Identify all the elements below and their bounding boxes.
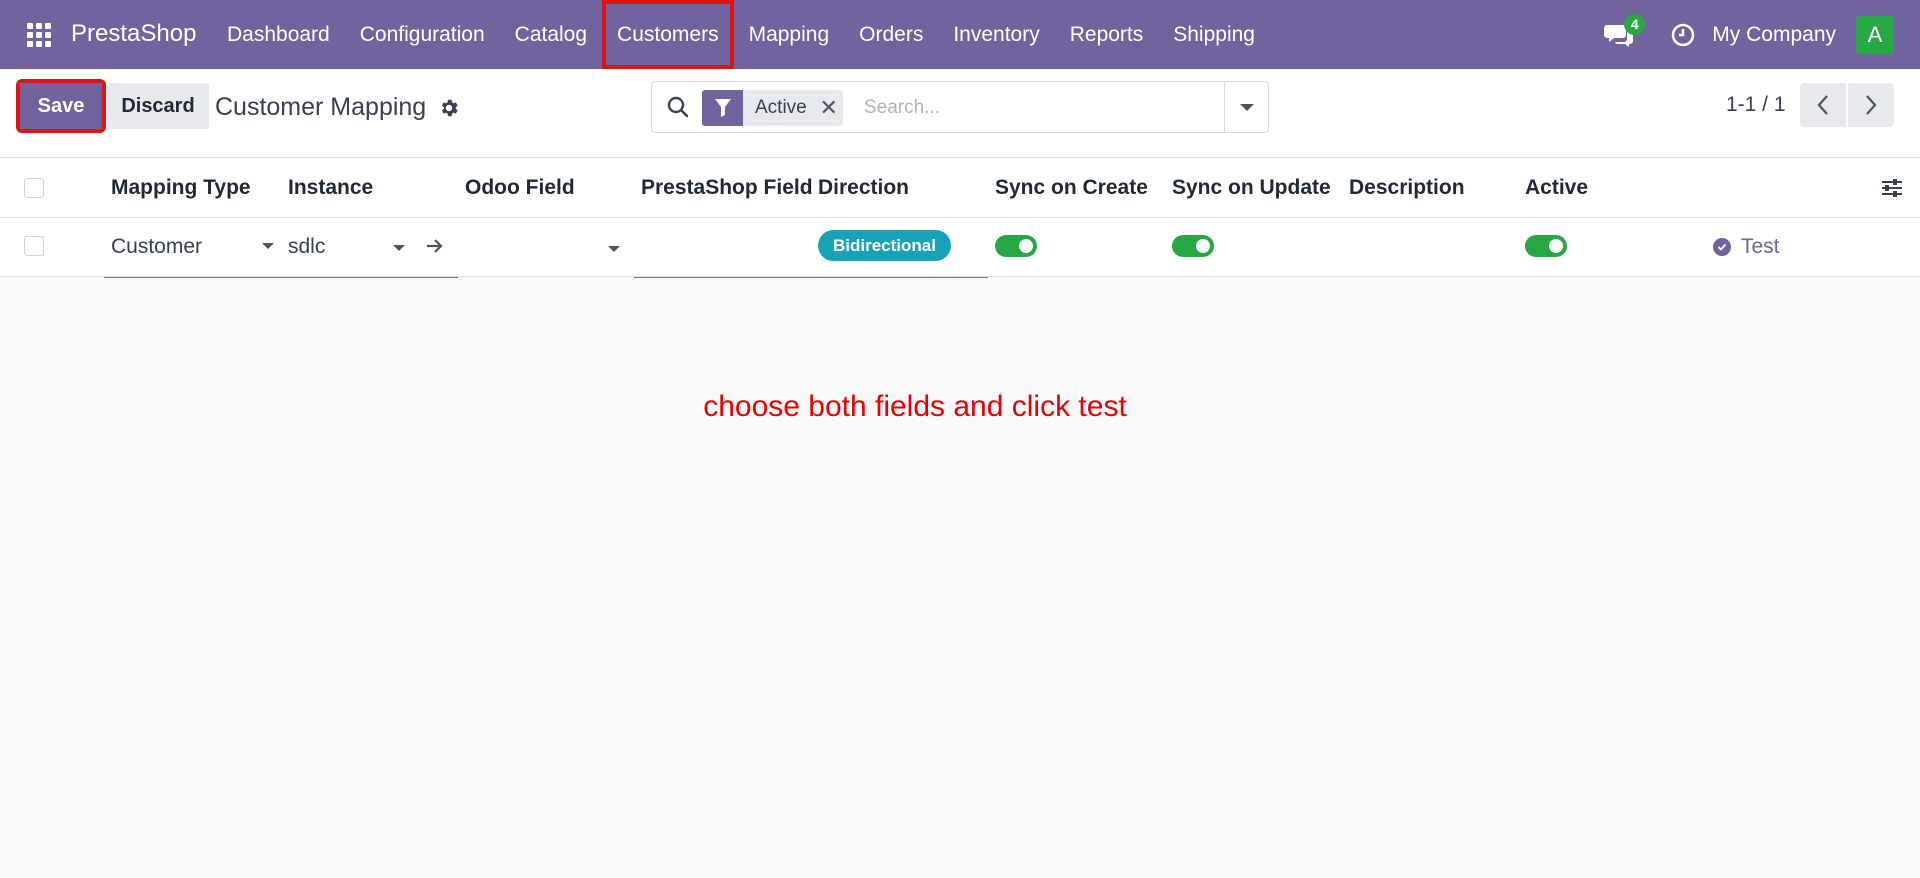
company-switcher[interactable]: My Company [1712,23,1836,47]
sync-on-update-toggle[interactable] [1172,235,1214,257]
caret-down-icon [393,245,405,251]
menu-item-shipping[interactable]: Shipping [1158,0,1270,69]
mapping-type-select[interactable]: Customer [111,235,202,259]
menu-item-catalog[interactable]: Catalog [500,0,602,69]
messages-icon[interactable]: 4 [1604,13,1646,50]
app-brand[interactable]: PrestaShop [71,20,196,48]
sync-on-create-toggle[interactable] [995,235,1037,257]
menu-item-dashboard[interactable]: Dashboard [212,0,345,69]
field-underline [104,277,458,278]
arrow-right-icon[interactable] [426,238,444,254]
test-button-label: Test [1741,235,1780,258]
pager-previous-button[interactable] [1800,83,1846,127]
caret-down-icon [608,246,620,252]
column-header-sync-on-update[interactable]: Sync on Update [1172,176,1331,200]
column-header-odoo-field[interactable]: Odoo Field [465,176,575,200]
column-header-mapping-type[interactable]: Mapping Type [111,176,251,200]
column-header-sync-on-create[interactable]: Sync on Create [995,176,1148,200]
activity-clock-icon[interactable] [1670,22,1696,48]
row-checkbox[interactable] [24,236,44,256]
search-icon[interactable] [666,95,690,119]
main-menu: Dashboard Configuration Catalog Customer… [212,0,1270,69]
table-header: Mapping Type Instance Odoo Field PrestaS… [0,158,1920,218]
menu-item-configuration[interactable]: Configuration [345,0,500,69]
column-header-prestashop-field[interactable]: PrestaShop Field [641,176,813,200]
chevron-right-icon [1866,95,1877,115]
discard-button[interactable]: Discard [107,83,209,129]
instance-select[interactable]: sdlc [288,235,325,259]
remove-facet-icon[interactable]: ✕ [815,90,843,126]
column-header-direction[interactable]: Direction [818,176,909,200]
search-facet-active: Active ✕ [702,90,843,126]
check-circle-icon [1713,238,1731,256]
search-input[interactable] [864,92,1214,124]
save-button[interactable]: Save [16,79,106,133]
menu-item-mapping[interactable]: Mapping [734,0,845,69]
search-panel: Active ✕ [651,81,1269,133]
column-header-description[interactable]: Description [1349,176,1465,200]
apps-grid-icon[interactable] [27,23,51,47]
chevron-left-icon [1817,95,1828,115]
page-title: Customer Mapping [215,93,427,121]
menu-item-orders[interactable]: Orders [844,0,938,69]
navbar-right: 4 My Company A [1604,0,1920,69]
instruction-annotation: choose both fields and click test [703,390,1127,423]
control-panel: Save Discard Customer Mapping Active ✕ 1… [0,69,1920,158]
active-toggle[interactable] [1525,235,1567,257]
optional-columns-icon[interactable] [1880,176,1904,200]
pager-value[interactable]: 1-1 / 1 [1726,93,1786,117]
odoo-field-select[interactable] [465,235,625,261]
caret-down-icon [1239,103,1254,111]
menu-item-inventory[interactable]: Inventory [938,0,1054,69]
facet-label: Active [755,97,807,118]
description-field[interactable] [1349,235,1509,261]
gear-icon[interactable] [438,97,460,119]
user-avatar[interactable]: A [1856,15,1894,54]
direction-badge[interactable]: Bidirectional [818,230,951,261]
search-options-toggle[interactable] [1224,82,1268,132]
field-underline [634,277,988,278]
top-navbar: PrestaShop Dashboard Configuration Catal… [0,0,1920,69]
filter-icon [702,90,743,126]
column-header-active[interactable]: Active [1525,176,1588,200]
caret-down-icon [262,243,274,249]
menu-item-reports[interactable]: Reports [1055,0,1159,69]
messages-count-badge: 4 [1624,13,1646,35]
column-header-instance[interactable]: Instance [288,176,373,200]
mapping-list-table: Mapping Type Instance Odoo Field PrestaS… [0,158,1920,218]
pager-next-button[interactable] [1848,83,1894,127]
test-button[interactable]: Test [1713,235,1780,259]
menu-item-customers[interactable]: Customers [602,0,734,69]
select-all-checkbox[interactable] [24,178,44,198]
